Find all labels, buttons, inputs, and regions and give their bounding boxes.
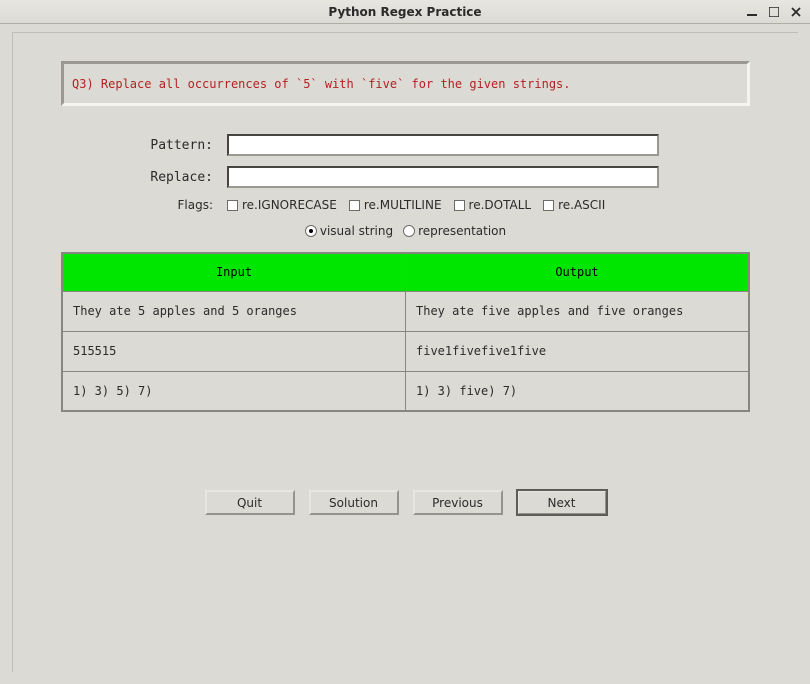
flag-ascii[interactable]: re.ASCII [543,198,605,212]
question-card: Q3) Replace all occurrences of `5` with … [61,61,750,106]
table-row: They ate 5 apples and 5 oranges They ate… [62,291,749,331]
cell-output: 1) 3) five) 7) [406,371,750,411]
cell-output: They ate five apples and five oranges [406,291,750,331]
cell-output: five1fivefive1five [406,331,750,371]
client-area: Q3) Replace all occurrences of `5` with … [0,24,810,684]
previous-button-label: Previous [432,496,483,510]
button-row: Quit Solution Previous Next [61,490,750,515]
checkbox-icon [227,200,238,211]
flag-ascii-label: re.ASCII [558,198,605,212]
replace-input[interactable] [227,166,659,188]
next-button-label: Next [548,496,576,510]
pattern-label: Pattern: [61,138,227,153]
cell-input: They ate 5 apples and 5 oranges [62,291,406,331]
checkbox-icon [454,200,465,211]
flag-multiline-label: re.MULTILINE [364,198,442,212]
previous-button[interactable]: Previous [413,490,503,515]
head-output: Output [406,253,750,291]
quit-button-label: Quit [237,496,262,510]
flag-multiline[interactable]: re.MULTILINE [349,198,442,212]
viewmode-visual-label: visual string [320,224,393,238]
window-title: Python Regex Practice [6,5,804,19]
pattern-row: Pattern: [61,134,750,156]
table-row: 515515 five1fivefive1five [62,331,749,371]
close-icon[interactable] [788,5,804,19]
flag-dotall[interactable]: re.DOTALL [454,198,532,212]
checkbox-icon [349,200,360,211]
titlebar: Python Regex Practice [0,0,810,24]
radio-icon [403,225,415,237]
flags-options: re.IGNORECASE re.MULTILINE re.DOTALL re.… [227,198,605,212]
io-table: Input Output They ate 5 apples and 5 ora… [61,252,750,412]
flag-dotall-label: re.DOTALL [469,198,532,212]
next-button[interactable]: Next [517,490,607,515]
viewmode-repr[interactable]: representation [403,224,506,238]
replace-row: Replace: [61,166,750,188]
flags-row: Flags: re.IGNORECASE re.MULTILINE re.DOT… [61,198,750,212]
viewmode-repr-label: representation [418,224,506,238]
flags-label: Flags: [61,198,227,212]
window-controls [744,5,804,19]
head-input: Input [62,253,406,291]
replace-label: Replace: [61,170,227,185]
flag-ignorecase-label: re.IGNORECASE [242,198,337,212]
radio-icon [305,225,317,237]
question-text: Q3) Replace all occurrences of `5` with … [72,77,571,91]
cell-input: 1) 3) 5) 7) [62,371,406,411]
solution-button-label: Solution [329,496,378,510]
maximize-icon[interactable] [766,5,782,19]
flag-ignorecase[interactable]: re.IGNORECASE [227,198,337,212]
solution-button[interactable]: Solution [309,490,399,515]
checkbox-icon [543,200,554,211]
table-row: 1) 3) 5) 7) 1) 3) five) 7) [62,371,749,411]
pattern-input[interactable] [227,134,659,156]
inner-panel: Q3) Replace all occurrences of `5` with … [12,32,798,672]
viewmode-visual[interactable]: visual string [305,224,393,238]
table-head-row: Input Output [62,253,749,291]
quit-button[interactable]: Quit [205,490,295,515]
minimize-icon[interactable] [744,5,760,19]
viewmode-row: visual string representation [61,224,750,238]
cell-input: 515515 [62,331,406,371]
